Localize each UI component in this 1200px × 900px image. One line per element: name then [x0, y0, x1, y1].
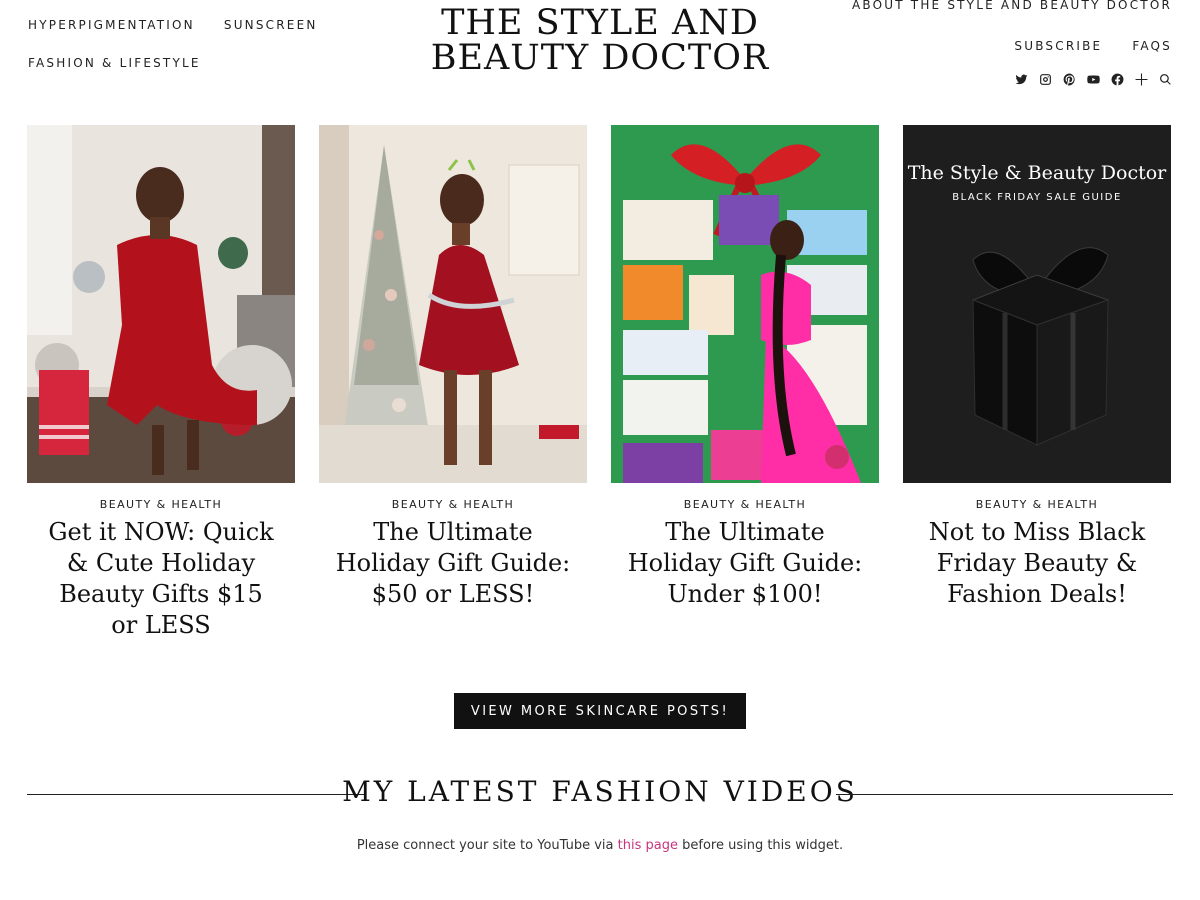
- instagram-icon[interactable]: [1039, 73, 1052, 86]
- post-title[interactable]: The Ultimate Holiday Gift Guide: Under $…: [611, 517, 879, 610]
- primary-nav-left: HYPERPIGMENTATION SUNSCREEN FASHION & LIF…: [28, 16, 358, 92]
- post-thumbnail[interactable]: [319, 125, 587, 483]
- post-title[interactable]: Not to Miss Black Friday Beauty & Fashio…: [903, 517, 1171, 610]
- post-thumbnail[interactable]: The Style & Beauty Doctor BLACK FRIDAY S…: [903, 125, 1171, 483]
- logo-line-2: BEAUTY DOCTOR: [430, 38, 770, 78]
- overlay-subtitle: BLACK FRIDAY SALE GUIDE: [952, 192, 1122, 203]
- post-card: BEAUTY & HEALTH Get it NOW: Quick & Cute…: [27, 125, 295, 641]
- youtube-widget-message: Please connect your site to YouTube via …: [0, 838, 1200, 853]
- social-icons: [1015, 73, 1172, 86]
- post-title[interactable]: Get it NOW: Quick & Cute Holiday Beauty …: [27, 517, 295, 641]
- post-grid: BEAUTY & HEALTH Get it NOW: Quick & Cute…: [27, 125, 1173, 641]
- site-logo[interactable]: THE STYLE AND BEAUTY DOCTOR: [400, 6, 800, 76]
- bloglovin-icon[interactable]: [1135, 73, 1148, 86]
- post-category[interactable]: BEAUTY & HEALTH: [27, 498, 295, 511]
- post-image: [27, 125, 295, 483]
- nav-link-subscribe[interactable]: SUBSCRIBE: [1014, 39, 1102, 53]
- logo-line-1: THE STYLE AND: [441, 3, 759, 43]
- message-text-after: before using this widget.: [677, 838, 844, 853]
- message-text-before: Please connect your site to YouTube via: [356, 838, 618, 853]
- videos-section-header: MY LATEST FASHION VIDEOS: [27, 772, 1173, 816]
- divider: [836, 794, 1173, 795]
- youtube-icon[interactable]: [1087, 73, 1100, 86]
- pinterest-icon[interactable]: [1063, 73, 1076, 86]
- this-page-link[interactable]: this page: [618, 838, 678, 853]
- post-card: BEAUTY & HEALTH The Ultimate Holiday Gif…: [319, 125, 587, 641]
- overlay-brand: The Style & Beauty Doctor: [908, 162, 1167, 184]
- view-more-skincare-button[interactable]: VIEW MORE SKINCARE POSTS!: [454, 693, 746, 729]
- nav-link-about[interactable]: ABOUT THE STYLE AND BEAUTY DOCTOR: [852, 0, 1172, 12]
- nav-link-faqs[interactable]: FAQS: [1132, 39, 1172, 53]
- post-category[interactable]: BEAUTY & HEALTH: [611, 498, 879, 511]
- nav-link-sunscreen[interactable]: SUNSCREEN: [224, 17, 318, 33]
- nav-link-hyperpigmentation[interactable]: HYPERPIGMENTATION: [28, 17, 195, 33]
- post-category[interactable]: BEAUTY & HEALTH: [903, 498, 1171, 511]
- post-image: [611, 125, 879, 483]
- search-icon[interactable]: [1159, 73, 1172, 86]
- post-card: The Style & Beauty Doctor BLACK FRIDAY S…: [903, 125, 1171, 641]
- facebook-icon[interactable]: [1111, 73, 1124, 86]
- post-thumbnail[interactable]: [611, 125, 879, 483]
- post-card: BEAUTY & HEALTH The Ultimate Holiday Gif…: [611, 125, 879, 641]
- post-category[interactable]: BEAUTY & HEALTH: [319, 498, 587, 511]
- post-thumbnail[interactable]: [27, 125, 295, 483]
- post-title[interactable]: The Ultimate Holiday Gift Guide: $50 or …: [319, 517, 587, 610]
- twitter-icon[interactable]: [1015, 73, 1028, 86]
- nav-link-fashion-lifestyle[interactable]: FASHION & LIFESTYLE: [28, 55, 201, 71]
- section-title: MY LATEST FASHION VIDEOS: [342, 775, 858, 808]
- post-image: [319, 125, 587, 483]
- post-image: The Style & Beauty Doctor BLACK FRIDAY S…: [903, 125, 1171, 483]
